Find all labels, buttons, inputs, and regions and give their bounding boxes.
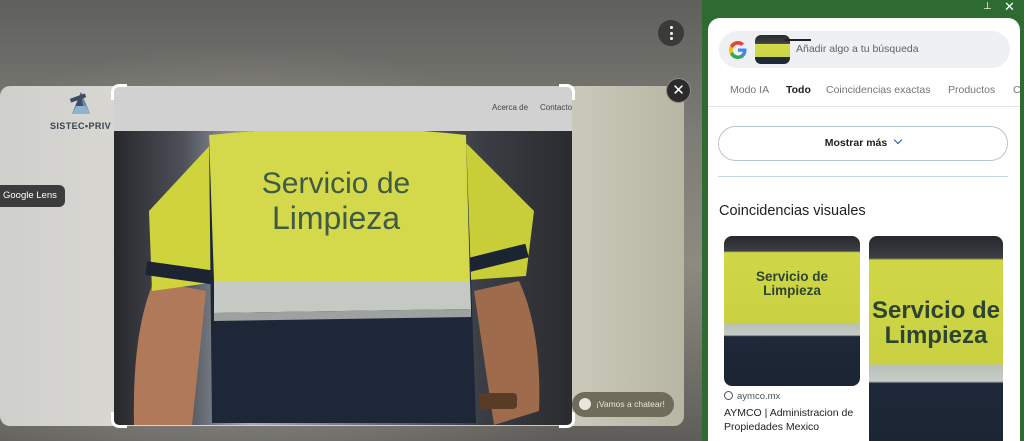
selection-region[interactable]: Acerca de Contacto Servicio de Limpieza	[114, 87, 572, 425]
lens-results-panel: Añadir algo a tu búsqueda Modo IA Todo C…	[708, 18, 1020, 441]
tabs-divider	[708, 106, 1020, 107]
lens-stage: SISTEC•PRIV Google Lens ✕ Acerca de Cont…	[0, 0, 702, 441]
chevron-down-icon	[893, 135, 903, 145]
chat-widget-button[interactable]: ¡Vamos a chatear!	[572, 392, 674, 417]
google-lens-label: Google Lens	[0, 185, 65, 207]
result-image-2[interactable]: Servicio de Limpieza	[869, 236, 1003, 441]
chat-icon	[579, 398, 591, 410]
search-box[interactable]: Añadir algo a tu búsqueda	[719, 31, 1010, 68]
show-more-button[interactable]: Mostrar más	[718, 126, 1008, 161]
site-navbar: Acerca de Contacto	[114, 87, 572, 131]
logo-mark-icon	[69, 92, 90, 114]
photo-text-line1: Servicio de	[262, 167, 410, 200]
result-image-2-text: Servicio de Limpieza	[871, 297, 1001, 350]
pin-icon[interactable]: ⊥	[983, 1, 992, 12]
active-tab-indicator	[785, 39, 811, 41]
close-overlay-button[interactable]: ✕	[666, 78, 691, 103]
result-image-1[interactable]: Servicio de Limpieza	[724, 236, 860, 386]
crop-handle-bottom-right[interactable]	[559, 412, 575, 428]
google-logo-icon	[729, 41, 747, 59]
result-tabs: Modo IA Todo Coincidencias exactas Produ…	[708, 84, 1020, 104]
globe-icon	[724, 391, 733, 400]
worker-photo: Servicio de Limpieza	[114, 128, 572, 425]
worker-illustration: Servicio de Limpieza	[133, 128, 540, 425]
search-input[interactable]: Añadir algo a tu búsqueda	[796, 43, 919, 55]
more-options-button[interactable]	[658, 20, 684, 46]
photo-text-line2: Limpieza	[272, 200, 400, 236]
more-vert-icon	[669, 26, 673, 29]
result-image-1-text: Servicio de Limpieza	[755, 269, 829, 299]
result-site: aymco.mx	[737, 391, 781, 402]
site-logo: SISTEC•PRIV	[44, 86, 116, 136]
nav-link-contact[interactable]: Contacto	[540, 103, 572, 112]
crop-handle-top-left[interactable]	[111, 84, 127, 100]
crop-handle-top-right[interactable]	[559, 84, 575, 100]
result-title[interactable]: AYMCO | Administracion de Propiedades Me…	[724, 406, 860, 434]
tab-productos[interactable]: Productos	[948, 84, 995, 96]
result-source[interactable]: aymco.mx	[724, 391, 780, 402]
nav-link-about[interactable]: Acerca de	[492, 103, 528, 112]
chat-label: ¡Vamos a chatear!	[596, 399, 665, 409]
section-divider	[718, 176, 1008, 177]
close-panel-icon[interactable]: ✕	[1004, 0, 1015, 15]
tab-coincidencias-exactas[interactable]: Coincidencias exactas	[826, 84, 930, 96]
tab-todo[interactable]: Todo	[786, 84, 811, 96]
crop-handle-bottom-left[interactable]	[111, 412, 127, 428]
show-more-label: Mostrar más	[824, 137, 888, 149]
site-logo-text: SISTEC•PRIV	[50, 121, 112, 131]
close-icon: ✕	[672, 82, 685, 99]
tab-modo-ia[interactable]: Modo IA	[730, 84, 769, 96]
tab-overflow[interactable]: C	[1013, 84, 1020, 96]
section-title: Coincidencias visuales	[719, 203, 866, 219]
